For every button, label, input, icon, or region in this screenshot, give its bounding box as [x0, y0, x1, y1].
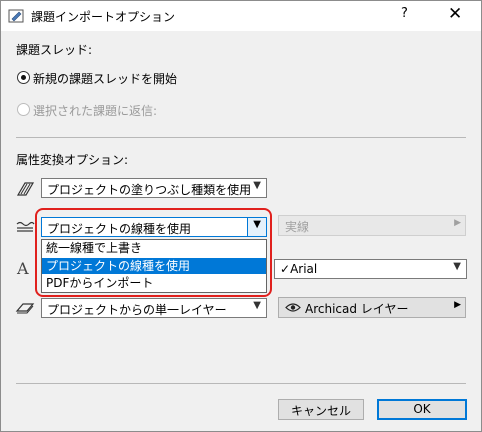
cancel-button-label: キャンセル — [290, 404, 351, 418]
radio-reply-thread[interactable] — [17, 103, 30, 116]
line-type-icon — [16, 221, 35, 232]
eye-icon — [285, 303, 301, 312]
window-title: 課題インポートオプション — [31, 10, 176, 24]
layer-icon — [15, 303, 35, 314]
close-button[interactable]: ✕ — [448, 4, 462, 24]
layer-value: プロジェクトからの単一レイヤー — [47, 303, 227, 317]
fill-pattern-icon — [16, 182, 35, 196]
radio-new-thread-label: 新規の課題スレッドを開始 — [33, 72, 178, 86]
title-bar: 課題インポートオプション ? ✕ — [1, 1, 481, 31]
thread-section-label: 課題スレッド: — [16, 43, 93, 57]
chevron-right-icon: ▶ — [454, 300, 461, 310]
font-icon: A — [17, 259, 29, 278]
font-value-wrap: ✓Arial — [280, 262, 317, 276]
help-button[interactable]: ? — [401, 6, 408, 21]
font-dropdown[interactable]: ✓Arial ▼ — [274, 259, 467, 279]
radio-new-thread[interactable] — [17, 71, 30, 84]
section-divider — [16, 137, 466, 138]
archicad-layer-button[interactable]: Archicad レイヤー ▶ — [278, 297, 466, 318]
font-value: Arial — [290, 262, 318, 276]
archicad-layer-label: Archicad レイヤー — [305, 302, 409, 316]
layer-dropdown[interactable]: プロジェクトからの単一レイヤー ▼ — [41, 298, 267, 318]
ok-button[interactable]: OK — [377, 399, 467, 420]
annotation-highlight-frame — [35, 208, 272, 297]
chevron-down-icon: ▼ — [253, 300, 261, 311]
radio-reply-thread-label: 選択された課題に返信: — [33, 104, 158, 118]
attr-section-label: 属性変換オプション: — [16, 153, 129, 167]
check-icon: ✓ — [280, 262, 291, 276]
chevron-down-icon: ▼ — [253, 180, 261, 191]
chevron-down-icon: ▼ — [453, 261, 461, 272]
line-type-side-button[interactable]: 実線 ▶ — [278, 215, 466, 236]
chevron-right-icon: ▶ — [454, 218, 461, 228]
cancel-button[interactable]: キャンセル — [278, 399, 364, 420]
line-type-side-label: 実線 — [285, 220, 310, 234]
ok-button-label: OK — [413, 402, 431, 416]
footer-divider — [16, 383, 466, 384]
dialog-window: 課題インポートオプション ? ✕ 課題スレッド: 新規の課題スレッドを開始 選択… — [0, 0, 482, 432]
app-icon — [8, 9, 24, 23]
fill-type-value: プロジェクトの塗りつぶし種類を使用 — [47, 183, 252, 197]
fill-type-dropdown[interactable]: プロジェクトの塗りつぶし種類を使用 ▼ — [41, 178, 267, 198]
